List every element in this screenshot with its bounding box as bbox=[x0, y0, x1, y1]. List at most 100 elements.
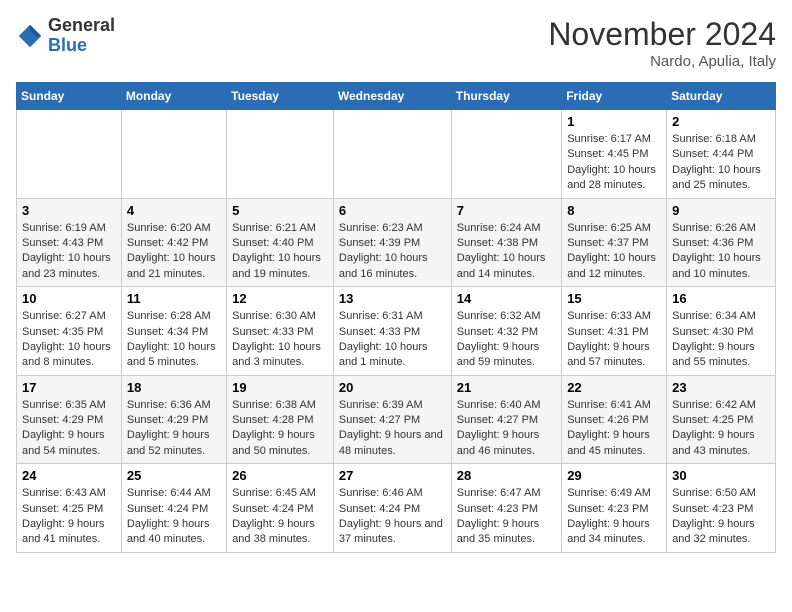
day-number: 30 bbox=[672, 468, 770, 483]
day-number: 8 bbox=[567, 203, 661, 218]
day-number: 12 bbox=[232, 291, 328, 306]
day-info: Sunrise: 6:39 AM Sunset: 4:27 PM Dayligh… bbox=[339, 398, 446, 460]
day-number: 10 bbox=[22, 291, 116, 306]
calendar-cell: 24 Sunrise: 6:43 AM Sunset: 4:25 PM Dayli… bbox=[17, 464, 122, 553]
calendar-cell: 6 Sunrise: 6:23 AM Sunset: 4:39 PM Daylig… bbox=[333, 198, 451, 287]
calendar-cell: 4 Sunrise: 6:20 AM Sunset: 4:42 PM Daylig… bbox=[121, 198, 226, 287]
day-info: Sunrise: 6:49 AM Sunset: 4:23 PM Dayligh… bbox=[567, 486, 661, 548]
day-info: Sunrise: 6:17 AM Sunset: 4:45 PM Dayligh… bbox=[567, 132, 661, 194]
calendar-cell: 3 Sunrise: 6:19 AM Sunset: 4:43 PM Daylig… bbox=[17, 198, 122, 287]
calendar-cell: 19Sunrise: 6:38 AM Sunset: 4:28 PM Dayli… bbox=[227, 375, 334, 464]
day-info: Sunrise: 6:20 AM Sunset: 4:42 PM Dayligh… bbox=[127, 221, 221, 283]
day-info: Sunrise: 6:46 AM Sunset: 4:24 PM Dayligh… bbox=[339, 486, 446, 548]
day-info: Sunrise: 6:30 AM Sunset: 4:33 PM Dayligh… bbox=[232, 309, 328, 371]
day-number: 7 bbox=[457, 203, 556, 218]
calendar-cell: 17 Sunrise: 6:35 AM Sunset: 4:29 PM Dayli… bbox=[17, 375, 122, 464]
col-saturday: Saturday bbox=[667, 83, 776, 110]
day-number: 9 bbox=[672, 203, 770, 218]
day-number: 1 bbox=[567, 114, 661, 129]
page-header: General Blue November 2024 Nardo, Apulia… bbox=[16, 16, 776, 70]
calendar-cell: 7 Sunrise: 6:24 AM Sunset: 4:38 PM Daylig… bbox=[451, 198, 561, 287]
calendar-cell: 8 Sunrise: 6:25 AM Sunset: 4:37 PM Daylig… bbox=[562, 198, 667, 287]
day-number: 2 bbox=[672, 114, 770, 129]
calendar-week-row: 1 Sunrise: 6:17 AM Sunset: 4:45 PM Daylig… bbox=[17, 110, 776, 199]
calendar-cell: 23 Sunrise: 6:42 AM Sunset: 4:25 PM Dayli… bbox=[667, 375, 776, 464]
logo: General Blue bbox=[16, 16, 115, 56]
col-monday: Monday bbox=[121, 83, 226, 110]
day-number: 26 bbox=[232, 468, 328, 483]
day-number: 24 bbox=[22, 468, 116, 483]
day-number: 21 bbox=[457, 380, 556, 395]
calendar-cell: 25 Sunrise: 6:44 AM Sunset: 4:24 PM Dayli… bbox=[121, 464, 226, 553]
day-number: 28 bbox=[457, 468, 556, 483]
day-number: 6 bbox=[339, 203, 446, 218]
location-subtitle: Nardo, Apulia, Italy bbox=[548, 53, 776, 70]
calendar-week-row: 10 Sunrise: 6:27 AM Sunset: 4:35 PM Dayli… bbox=[17, 287, 776, 376]
calendar-cell: 11Sunrise: 6:28 AM Sunset: 4:34 PM Dayli… bbox=[121, 287, 226, 376]
calendar-cell bbox=[227, 110, 334, 199]
day-number: 5 bbox=[232, 203, 328, 218]
day-number: 4 bbox=[127, 203, 221, 218]
day-number: 16 bbox=[672, 291, 770, 306]
calendar-cell: 22Sunrise: 6:41 AM Sunset: 4:26 PM Dayli… bbox=[562, 375, 667, 464]
calendar-cell: 27 Sunrise: 6:46 AM Sunset: 4:24 PM Dayli… bbox=[333, 464, 451, 553]
day-info: Sunrise: 6:21 AM Sunset: 4:40 PM Dayligh… bbox=[232, 221, 328, 283]
day-info: Sunrise: 6:25 AM Sunset: 4:37 PM Dayligh… bbox=[567, 221, 661, 283]
calendar-week-row: 3 Sunrise: 6:19 AM Sunset: 4:43 PM Daylig… bbox=[17, 198, 776, 287]
day-info: Sunrise: 6:36 AM Sunset: 4:29 PM Dayligh… bbox=[127, 398, 221, 460]
col-tuesday: Tuesday bbox=[227, 83, 334, 110]
day-number: 20 bbox=[339, 380, 446, 395]
col-wednesday: Wednesday bbox=[333, 83, 451, 110]
day-info: Sunrise: 6:35 AM Sunset: 4:29 PM Dayligh… bbox=[22, 398, 116, 460]
day-info: Sunrise: 6:45 AM Sunset: 4:24 PM Dayligh… bbox=[232, 486, 328, 548]
day-number: 27 bbox=[339, 468, 446, 483]
calendar-cell: 29 Sunrise: 6:49 AM Sunset: 4:23 PM Dayli… bbox=[562, 464, 667, 553]
day-info: Sunrise: 6:27 AM Sunset: 4:35 PM Dayligh… bbox=[22, 309, 116, 371]
calendar-cell: 20 Sunrise: 6:39 AM Sunset: 4:27 PM Dayli… bbox=[333, 375, 451, 464]
title-block: November 2024 Nardo, Apulia, Italy bbox=[548, 16, 776, 70]
calendar-cell: 5 Sunrise: 6:21 AM Sunset: 4:40 PM Daylig… bbox=[227, 198, 334, 287]
day-number: 3 bbox=[22, 203, 116, 218]
day-number: 22 bbox=[567, 380, 661, 395]
calendar-week-row: 24 Sunrise: 6:43 AM Sunset: 4:25 PM Dayli… bbox=[17, 464, 776, 553]
day-info: Sunrise: 6:24 AM Sunset: 4:38 PM Dayligh… bbox=[457, 221, 556, 283]
calendar-cell: 28 Sunrise: 6:47 AM Sunset: 4:23 PM Dayli… bbox=[451, 464, 561, 553]
calendar-cell bbox=[333, 110, 451, 199]
day-number: 13 bbox=[339, 291, 446, 306]
calendar-cell: 12 Sunrise: 6:30 AM Sunset: 4:33 PM Dayli… bbox=[227, 287, 334, 376]
day-info: Sunrise: 6:31 AM Sunset: 4:33 PM Dayligh… bbox=[339, 309, 446, 371]
day-number: 17 bbox=[22, 380, 116, 395]
day-info: Sunrise: 6:34 AM Sunset: 4:30 PM Dayligh… bbox=[672, 309, 770, 371]
day-number: 23 bbox=[672, 380, 770, 395]
calendar-cell: 30 Sunrise: 6:50 AM Sunset: 4:23 PM Dayli… bbox=[667, 464, 776, 553]
day-info: Sunrise: 6:23 AM Sunset: 4:39 PM Dayligh… bbox=[339, 221, 446, 283]
day-info: Sunrise: 6:42 AM Sunset: 4:25 PM Dayligh… bbox=[672, 398, 770, 460]
calendar-cell: 18Sunrise: 6:36 AM Sunset: 4:29 PM Dayli… bbox=[121, 375, 226, 464]
day-number: 29 bbox=[567, 468, 661, 483]
day-info: Sunrise: 6:47 AM Sunset: 4:23 PM Dayligh… bbox=[457, 486, 556, 548]
calendar-cell bbox=[17, 110, 122, 199]
day-number: 25 bbox=[127, 468, 221, 483]
calendar-cell: 2 Sunrise: 6:18 AM Sunset: 4:44 PM Daylig… bbox=[667, 110, 776, 199]
calendar-table: Sunday Monday Tuesday Wednesday Thursday… bbox=[16, 82, 776, 553]
day-info: Sunrise: 6:40 AM Sunset: 4:27 PM Dayligh… bbox=[457, 398, 556, 460]
day-info: Sunrise: 6:18 AM Sunset: 4:44 PM Dayligh… bbox=[672, 132, 770, 194]
day-info: Sunrise: 6:28 AM Sunset: 4:34 PM Dayligh… bbox=[127, 309, 221, 371]
calendar-cell: 10 Sunrise: 6:27 AM Sunset: 4:35 PM Dayli… bbox=[17, 287, 122, 376]
calendar-cell bbox=[121, 110, 226, 199]
logo-general: General bbox=[48, 15, 115, 35]
month-title: November 2024 bbox=[548, 16, 776, 53]
day-info: Sunrise: 6:43 AM Sunset: 4:25 PM Dayligh… bbox=[22, 486, 116, 548]
day-info: Sunrise: 6:44 AM Sunset: 4:24 PM Dayligh… bbox=[127, 486, 221, 548]
calendar-cell: 21 Sunrise: 6:40 AM Sunset: 4:27 PM Dayli… bbox=[451, 375, 561, 464]
day-info: Sunrise: 6:19 AM Sunset: 4:43 PM Dayligh… bbox=[22, 221, 116, 283]
calendar-cell: 14Sunrise: 6:32 AM Sunset: 4:32 PM Dayli… bbox=[451, 287, 561, 376]
calendar-week-row: 17 Sunrise: 6:35 AM Sunset: 4:29 PM Dayli… bbox=[17, 375, 776, 464]
logo-icon bbox=[16, 22, 44, 50]
calendar-cell: 16 Sunrise: 6:34 AM Sunset: 4:30 PM Dayli… bbox=[667, 287, 776, 376]
day-number: 19 bbox=[232, 380, 328, 395]
day-number: 14 bbox=[457, 291, 556, 306]
calendar-cell: 15Sunrise: 6:33 AM Sunset: 4:31 PM Dayli… bbox=[562, 287, 667, 376]
col-sunday: Sunday bbox=[17, 83, 122, 110]
day-info: Sunrise: 6:50 AM Sunset: 4:23 PM Dayligh… bbox=[672, 486, 770, 548]
